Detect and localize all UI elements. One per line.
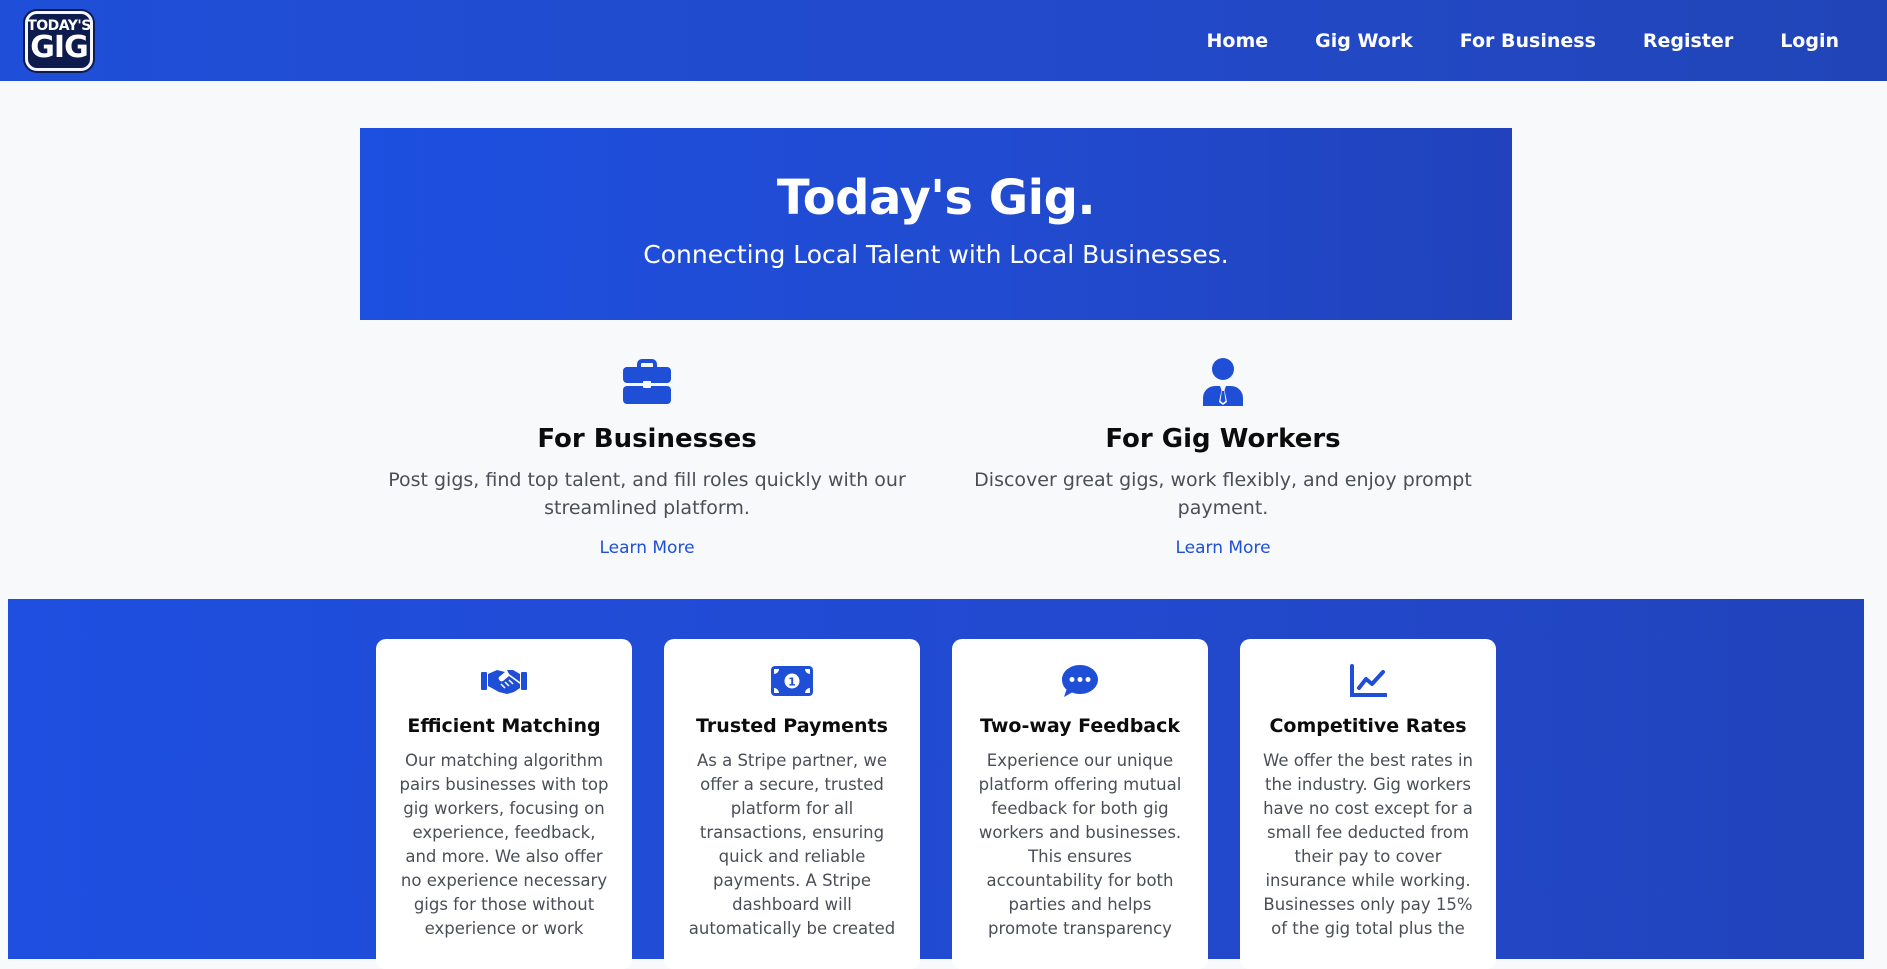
hero-subtitle: Connecting Local Talent with Local Busin… (643, 240, 1229, 269)
feature-card-feedback: Two-way Feedback Experience our unique p… (952, 639, 1208, 969)
comment-dots-icon (972, 663, 1188, 699)
user-tie-icon (963, 356, 1483, 408)
feature-title: Two-way Feedback (979, 715, 1181, 737)
hero-title: Today's Gig. (776, 170, 1096, 226)
gig-workers-learn-more-link[interactable]: Learn More (1175, 538, 1270, 558)
feature-title: Trusted Payments (696, 715, 888, 737)
logo-line2: GIG (30, 29, 88, 65)
nav-gig-work-link[interactable]: Gig Work (1315, 30, 1413, 52)
business-title: For Businesses (537, 424, 757, 454)
handshake-icon (396, 663, 612, 699)
feature-description: Our matching algorithm pairs businesses … (399, 751, 609, 938)
gig-workers-section: For Gig Workers Discover great gigs, wor… (963, 356, 1483, 558)
nav-home-link[interactable]: Home (1206, 30, 1268, 52)
feature-title: Competitive Rates (1269, 715, 1467, 737)
gig-workers-title: For Gig Workers (1105, 424, 1341, 454)
nav-login-link[interactable]: Login (1780, 30, 1839, 52)
feature-description: We offer the best rates in the industry.… (1262, 751, 1474, 938)
nav-links: Home Gig Work For Business Register Logi… (1206, 30, 1839, 52)
svg-text:1: 1 (788, 676, 796, 689)
feature-card-matching: Efficient Matching Our matching algorith… (376, 639, 632, 969)
site-logo[interactable]: TODAY'S GIG (25, 10, 93, 71)
features-section: Efficient Matching Our matching algorith… (8, 599, 1864, 969)
business-section: For Businesses Post gigs, find top talen… (387, 356, 907, 558)
hero-banner: Today's Gig. Connecting Local Talent wit… (360, 128, 1512, 320)
briefcase-icon (387, 356, 907, 408)
feature-card-payments: 1 Trusted Payments As a Stripe partner, … (664, 639, 920, 969)
top-navbar: TODAY'S GIG Home Gig Work For Business R… (0, 0, 1887, 81)
gig-workers-description: Discover great gigs, work flexibly, and … (974, 469, 1472, 519)
business-description: Post gigs, find top talent, and fill rol… (388, 469, 906, 519)
feature-description: As a Stripe partner, we offer a secure, … (688, 751, 896, 938)
nav-register-link[interactable]: Register (1643, 30, 1733, 52)
chart-line-icon (1260, 663, 1476, 699)
feature-title: Efficient Matching (407, 715, 601, 737)
nav-for-business-link[interactable]: For Business (1460, 30, 1596, 52)
money-bill-icon: 1 (684, 663, 900, 699)
feature-card-rates: Competitive Rates We offer the best rate… (1240, 639, 1496, 969)
feature-description: Experience our unique platform offering … (978, 751, 1182, 938)
business-learn-more-link[interactable]: Learn More (599, 538, 694, 558)
